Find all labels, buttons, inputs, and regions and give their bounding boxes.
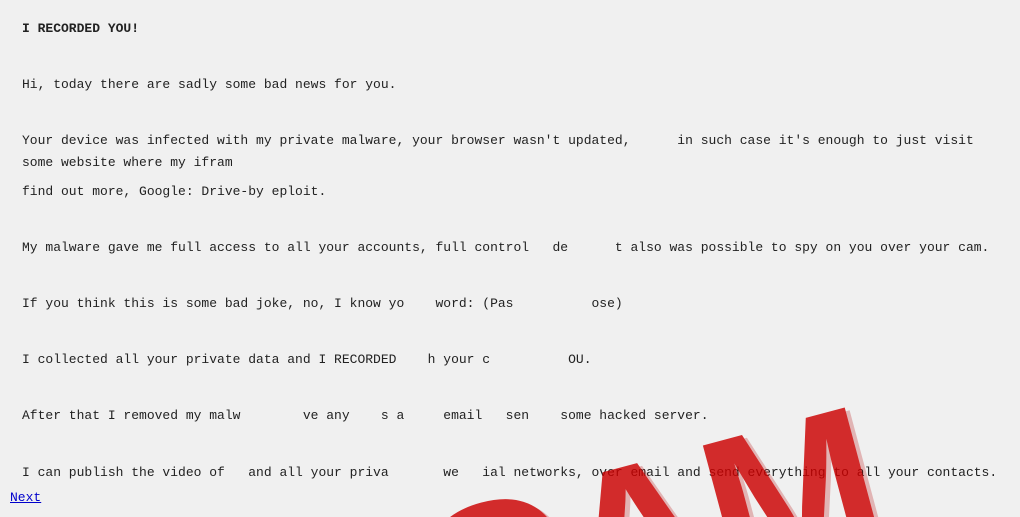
para-blank-6 xyxy=(22,377,998,399)
para-blank-4 xyxy=(22,265,998,287)
para-blank-3 xyxy=(22,209,998,231)
para-2: Hi, today there are sadly some bad news … xyxy=(22,74,998,96)
next-link[interactable]: Next xyxy=(10,490,41,505)
para-6: If you think this is some bad joke, no, … xyxy=(22,293,998,315)
para-7: I collected all your private data and I … xyxy=(22,349,998,371)
para-8: After that I removed my malw ve any s a … xyxy=(22,405,998,427)
para-4: find out more, Google: Drive-by eploit. xyxy=(22,181,998,203)
page-wrapper: SCAM I RECORDED YOU! Hi, today there are… xyxy=(0,0,1020,517)
para-blank-5 xyxy=(22,321,998,343)
email-content: SCAM I RECORDED YOU! Hi, today there are… xyxy=(0,0,1020,517)
para-1: I RECORDED YOU! xyxy=(22,18,998,40)
para-blank-2 xyxy=(22,102,998,124)
para-5: My malware gave me full access to all yo… xyxy=(22,237,998,259)
para-blank-1 xyxy=(22,46,998,68)
para-9: I can publish the video of and all your … xyxy=(22,462,998,484)
para-3: Your device was infected with my private… xyxy=(22,130,998,174)
para-blank-8 xyxy=(22,490,998,512)
para-blank-7 xyxy=(22,433,998,455)
